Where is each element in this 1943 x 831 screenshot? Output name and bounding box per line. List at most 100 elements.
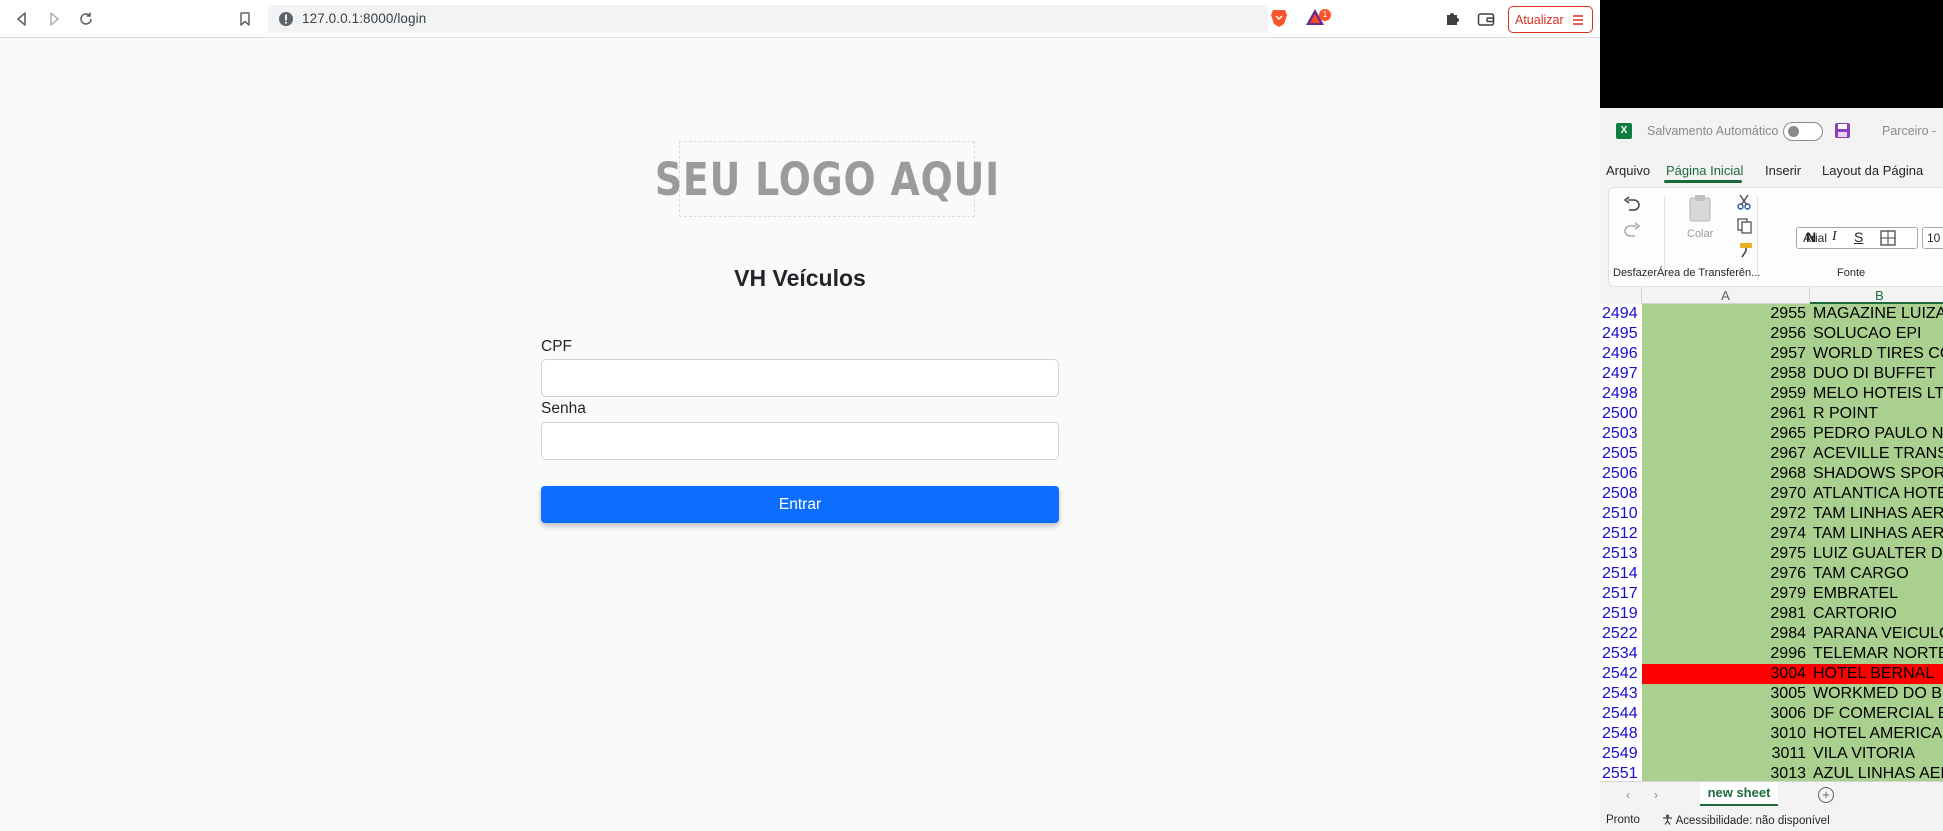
cell-name[interactable]: TAM LINHAS AER <box>1810 504 1943 524</box>
cell-name[interactable]: ACEVILLE TRANS <box>1810 444 1943 464</box>
cell-name[interactable]: EMBRATEL <box>1810 584 1943 604</box>
add-sheet-icon[interactable]: + <box>1818 787 1834 803</box>
row-number[interactable]: 2506 <box>1600 464 1642 484</box>
cell-name[interactable]: SHADOWS SPOR <box>1810 464 1943 484</box>
redo-icon[interactable] <box>1623 222 1641 238</box>
row-number[interactable]: 2512 <box>1600 524 1642 544</box>
cell-name[interactable]: LUIZ GUALTER DI <box>1810 544 1943 564</box>
font-size-select[interactable]: 10 <box>1922 227 1943 249</box>
row-number[interactable]: 2508 <box>1600 484 1642 504</box>
row-number[interactable]: 2510 <box>1600 504 1642 524</box>
underline-button[interactable]: S <box>1854 229 1863 245</box>
cell-code[interactable]: 2956 <box>1642 324 1810 344</box>
row-number[interactable]: 2500 <box>1600 404 1642 424</box>
password-input[interactable] <box>541 422 1059 460</box>
column-header-b[interactable]: B <box>1810 287 1943 304</box>
cell-code[interactable]: 3011 <box>1642 744 1810 764</box>
cell-code[interactable]: 2967 <box>1642 444 1810 464</box>
paste-clipboard-icon[interactable] <box>1687 194 1713 222</box>
row-number[interactable]: 2496 <box>1600 344 1642 364</box>
cell-code[interactable]: 2996 <box>1642 644 1810 664</box>
tab-layout-da-pagina[interactable]: Layout da Página <box>1822 163 1923 178</box>
cell-code[interactable]: 2957 <box>1642 344 1810 364</box>
row-number[interactable]: 2503 <box>1600 424 1642 444</box>
update-button[interactable]: Atualizar <box>1508 6 1593 33</box>
undo-icon[interactable] <box>1623 196 1641 212</box>
cpf-input[interactable] <box>541 359 1059 397</box>
brave-shields-icon[interactable] <box>1270 8 1288 33</box>
cell-name[interactable]: SOLUCAO EPI <box>1810 324 1943 344</box>
spreadsheet-grid[interactable]: A B 2494 2955 MAGAZINE LUIZA 2495 2956 SOLUCA… <box>1600 287 1943 784</box>
row-number[interactable]: 2534 <box>1600 644 1642 664</box>
cell-code[interactable]: 3006 <box>1642 704 1810 724</box>
paste-label[interactable]: Colar <box>1687 228 1713 240</box>
cell-code[interactable]: 2974 <box>1642 524 1810 544</box>
row-number[interactable]: 2522 <box>1600 624 1642 644</box>
cell-name[interactable]: DF COMERCIAL E <box>1810 704 1943 724</box>
cell-name[interactable]: MELO HOTEIS LT <box>1810 384 1943 404</box>
cell-name[interactable]: TAM CARGO <box>1810 564 1943 584</box>
cell-name[interactable]: VILA VITORIA <box>1810 744 1943 764</box>
cell-code[interactable]: 2972 <box>1642 504 1810 524</box>
cell-name[interactable]: R POINT <box>1810 404 1943 424</box>
cell-code[interactable]: 2970 <box>1642 484 1810 504</box>
save-icon[interactable] <box>1834 122 1851 139</box>
cell-code[interactable]: 2965 <box>1642 424 1810 444</box>
row-number[interactable]: 2549 <box>1600 744 1642 764</box>
tab-inserir[interactable]: Inserir <box>1765 163 1801 178</box>
sheet-tab[interactable]: new sheet <box>1700 782 1778 806</box>
copy-icon[interactable] <box>1737 218 1755 234</box>
row-number[interactable]: 2517 <box>1600 584 1642 604</box>
cell-code[interactable]: 2984 <box>1642 624 1810 644</box>
cell-code[interactable]: 2959 <box>1642 384 1810 404</box>
tab-arquivo[interactable]: Arquivo <box>1606 163 1650 178</box>
sheet-next-icon[interactable]: › <box>1654 788 1658 802</box>
back-button[interactable] <box>10 7 34 31</box>
cell-name[interactable]: WORKMED DO B <box>1810 684 1943 704</box>
site-info-icon[interactable] <box>278 11 294 27</box>
cell-code[interactable]: 2979 <box>1642 584 1810 604</box>
row-number[interactable]: 2495 <box>1600 324 1642 344</box>
wallet-button[interactable] <box>1474 7 1498 31</box>
cell-name[interactable]: MAGAZINE LUIZA <box>1810 304 1943 324</box>
cell-code[interactable]: 2981 <box>1642 604 1810 624</box>
cell-code[interactable]: 2976 <box>1642 564 1810 584</box>
row-number[interactable]: 2519 <box>1600 604 1642 624</box>
bold-button[interactable]: N <box>1806 229 1816 245</box>
cell-code[interactable]: 3004 <box>1642 664 1810 684</box>
cell-code[interactable]: 3005 <box>1642 684 1810 704</box>
bookmark-button[interactable] <box>233 7 257 31</box>
cell-name[interactable]: WORLD TIRES CO <box>1810 344 1943 364</box>
cell-name[interactable]: CARTORIO <box>1810 604 1943 624</box>
autosave-toggle[interactable] <box>1783 122 1823 141</box>
forward-button[interactable] <box>42 7 66 31</box>
cell-name[interactable]: ATLANTICA HOTE <box>1810 484 1943 504</box>
extensions-button[interactable] <box>1440 7 1464 31</box>
row-number[interactable]: 2497 <box>1600 364 1642 384</box>
cell-name[interactable]: PEDRO PAULO N <box>1810 424 1943 444</box>
cell-code[interactable]: 2961 <box>1642 404 1810 424</box>
cell-code[interactable]: 3010 <box>1642 724 1810 744</box>
cell-name[interactable]: HOTEL BERNAL <box>1810 664 1943 684</box>
login-button[interactable]: Entrar <box>541 486 1059 523</box>
cell-name[interactable]: HOTEL AMERICA <box>1810 724 1943 744</box>
reload-button[interactable] <box>74 7 98 31</box>
tab-pagina-inicial[interactable]: Página Inicial <box>1666 163 1743 178</box>
select-all-corner[interactable] <box>1600 287 1642 304</box>
cell-code[interactable]: 2975 <box>1642 544 1810 564</box>
column-header-a[interactable]: A <box>1642 287 1810 304</box>
cell-code[interactable]: 2955 <box>1642 304 1810 324</box>
borders-icon[interactable] <box>1880 230 1896 246</box>
row-number[interactable]: 2505 <box>1600 444 1642 464</box>
cell-name[interactable]: PARANA VEICULO <box>1810 624 1943 644</box>
row-number[interactable]: 2513 <box>1600 544 1642 564</box>
row-number[interactable]: 2542 <box>1600 664 1642 684</box>
cell-code[interactable]: 2968 <box>1642 464 1810 484</box>
cell-name[interactable]: TAM LINHAS AER <box>1810 524 1943 544</box>
cell-name[interactable]: DUO DI BUFFET <box>1810 364 1943 384</box>
row-number[interactable]: 2514 <box>1600 564 1642 584</box>
row-number[interactable]: 2548 <box>1600 724 1642 744</box>
sheet-prev-icon[interactable]: ‹ <box>1626 788 1630 802</box>
row-number[interactable]: 2494 <box>1600 304 1642 324</box>
format-painter-icon[interactable] <box>1738 242 1754 258</box>
